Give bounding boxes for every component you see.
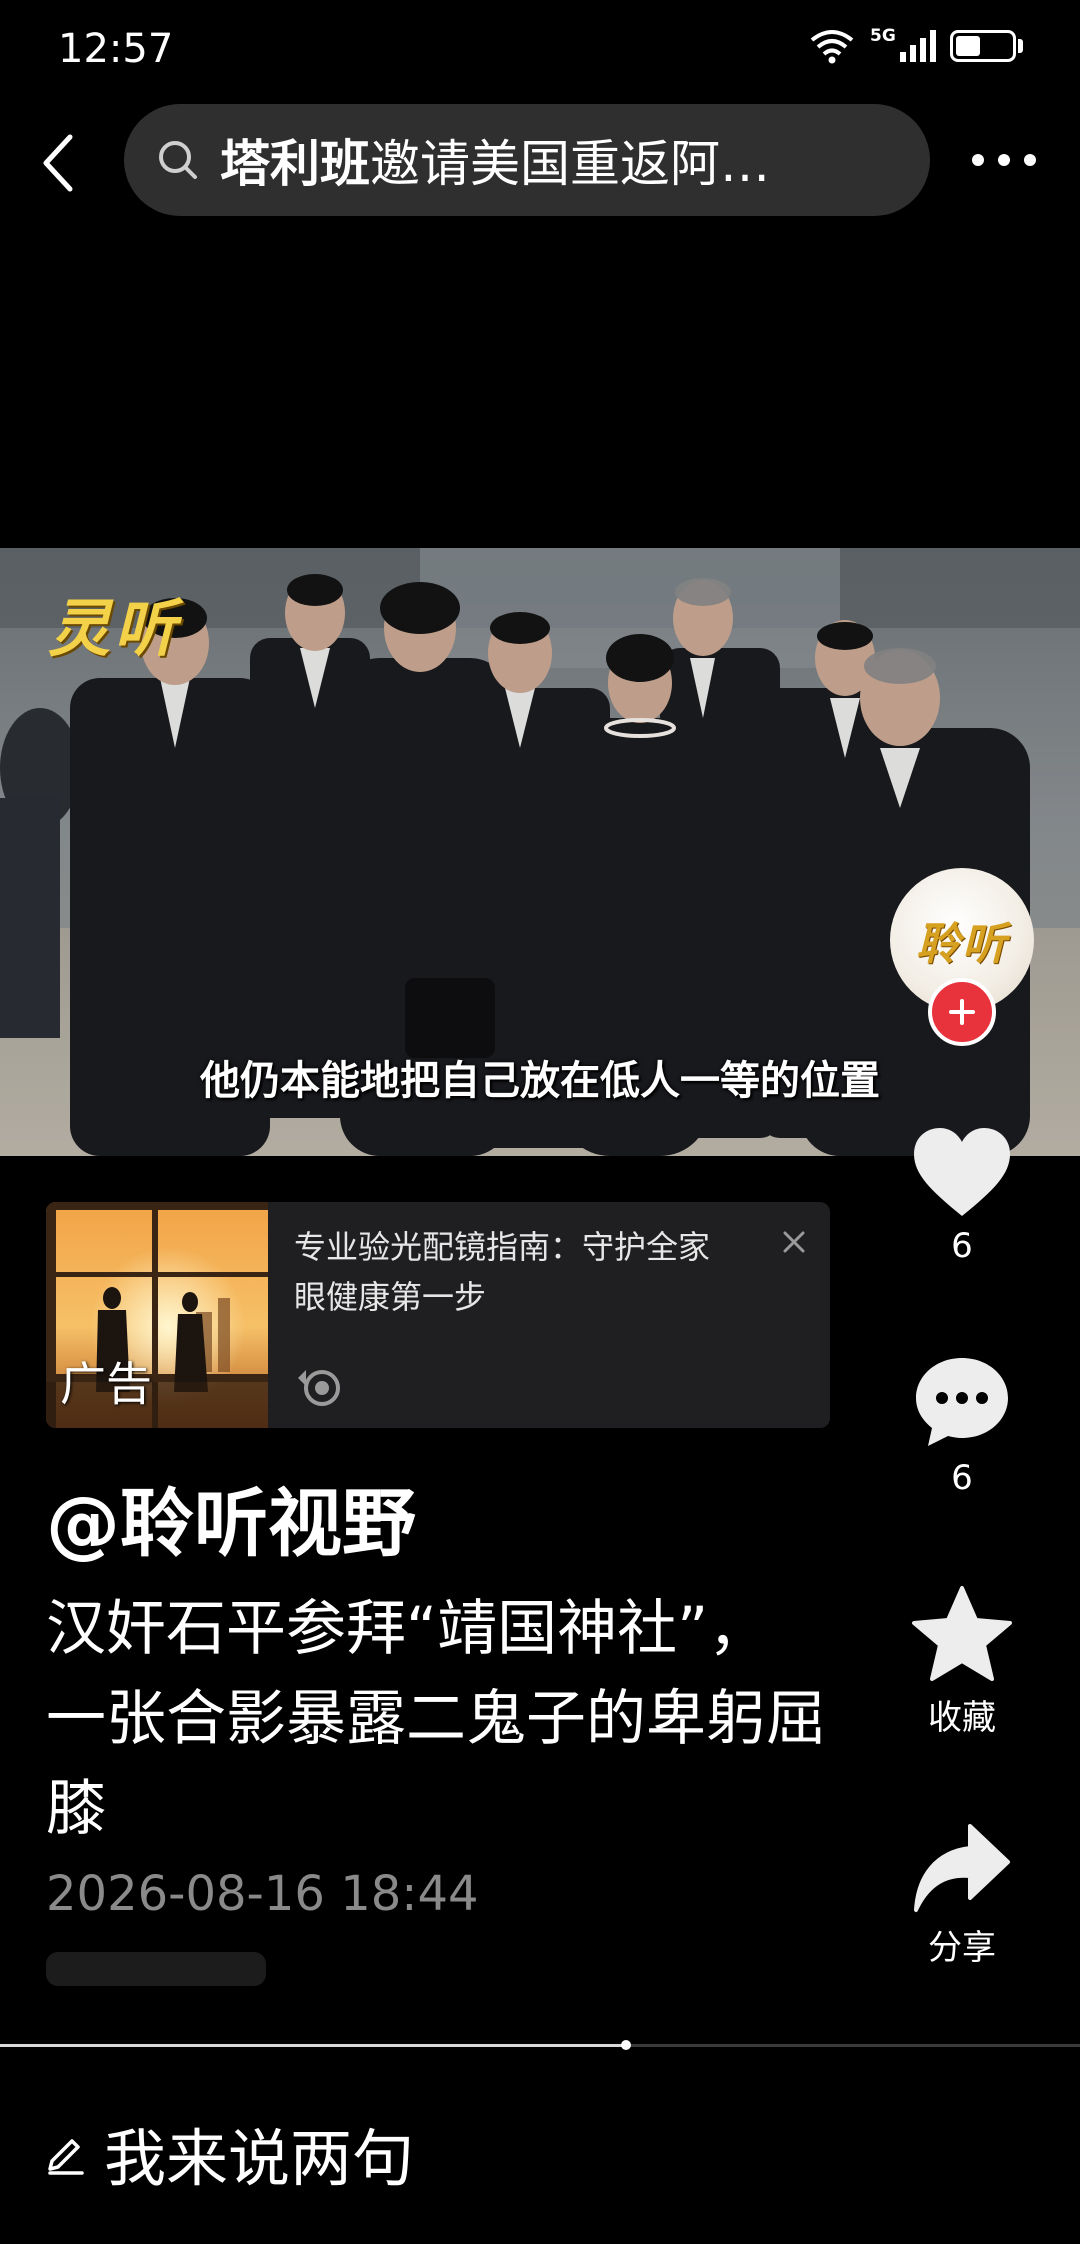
chevron-left-icon — [43, 134, 73, 192]
more-options-button[interactable] — [972, 140, 1036, 180]
pencil-icon — [48, 2139, 84, 2175]
comment-input-bar[interactable]: 我来说两句 — [46, 2108, 414, 2198]
share-button[interactable]: 分享 — [900, 1822, 1024, 1969]
video-watermark: 灵听 — [48, 592, 181, 665]
battery-icon — [950, 28, 1024, 64]
follow-button[interactable] — [928, 978, 996, 1046]
author-name[interactable]: @聆听视野 — [46, 1464, 416, 1571]
wifi-icon — [810, 30, 854, 64]
plus-icon — [949, 999, 975, 1025]
video-progress-fill — [0, 2044, 627, 2047]
ad-card[interactable]: 广告 专业验光配镜指南：守护全家眼健康第一步 — [46, 1202, 830, 1428]
comment-count: 6 — [951, 1458, 973, 1498]
ad-thumbnail: 广告 — [46, 1202, 268, 1428]
star-icon — [912, 1586, 1012, 1681]
video-progress-handle[interactable] — [621, 2040, 632, 2050]
avatar-logo-text: 聆听 — [916, 919, 1008, 970]
search-query-rest: 邀请美国重返阿… — [370, 135, 770, 193]
ad-brand-icon — [298, 1370, 340, 1406]
ad-title: 专业验光配镜指南：守护全家眼健康第一步 — [294, 1228, 711, 1316]
video-progress-bar[interactable] — [0, 2040, 1080, 2050]
more-dot-icon — [972, 154, 984, 166]
video-detail-screen: 12:57 5G 塔利班邀请美国重返阿… 灵听 他仍本能地把自己放在低人一等的位… — [0, 0, 1080, 2244]
favorite-button[interactable]: 收藏 — [900, 1584, 1024, 1739]
comment-bubble-icon — [916, 1358, 1008, 1446]
ad-tag: 广告 — [60, 1357, 152, 1411]
search-icon — [159, 141, 197, 179]
battery-level-fill — [956, 36, 981, 56]
search-query: 塔利班邀请美国重返阿… — [220, 124, 770, 196]
search-query-highlight: 塔利班 — [220, 135, 370, 193]
share-label: 分享 — [928, 1928, 996, 1968]
cellular-signal-icon: 5G — [870, 26, 936, 64]
share-arrow-icon — [914, 1824, 1010, 1912]
like-button[interactable]: 6 — [900, 1124, 1024, 1266]
status-time: 12:57 — [58, 26, 174, 72]
comment-button[interactable]: 6 — [900, 1352, 1024, 1498]
ad-close-button[interactable] — [774, 1222, 814, 1262]
status-bar: 12:57 5G — [0, 0, 1080, 100]
search-bar[interactable]: 塔利班邀请美国重返阿… — [124, 104, 930, 216]
network-type-label: 5G — [870, 26, 896, 46]
author-avatar-button[interactable]: 聆听 — [890, 868, 1034, 1046]
blurred-text-line — [46, 1952, 266, 1986]
like-count: 6 — [951, 1226, 973, 1266]
signal-bars-icon — [900, 30, 936, 62]
video-player[interactable]: 灵听 他仍本能地把自己放在低人一等的位置 — [0, 548, 1080, 1156]
status-icons: 5G — [808, 26, 1024, 64]
more-dot-icon — [1024, 154, 1036, 166]
back-button[interactable] — [34, 128, 82, 198]
comment-placeholder: 我来说两句 — [104, 2122, 415, 2195]
post-date: 2026-08-16 18:44 — [46, 1866, 479, 1922]
video-subtitle: 他仍本能地把自己放在低人一等的位置 — [200, 1058, 880, 1104]
post-title: 汉奸石平参拜“靖国神社”，一张合影暴露二鬼子的卑躬屈膝 — [46, 1594, 826, 1844]
heart-icon — [914, 1128, 1010, 1216]
close-icon — [783, 1231, 805, 1253]
more-dot-icon — [998, 154, 1010, 166]
favorite-label: 收藏 — [928, 1698, 996, 1738]
